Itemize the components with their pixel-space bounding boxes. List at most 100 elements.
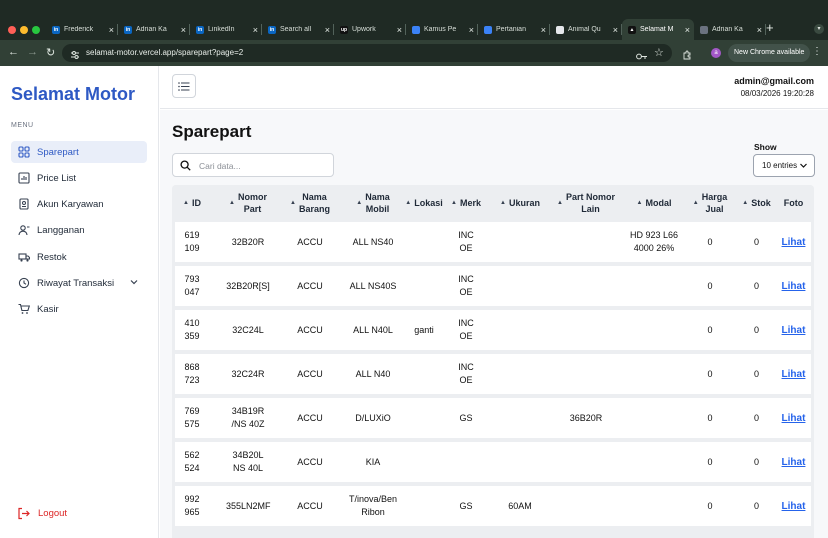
browser-tab[interactable]: Adrian Ka × [694,19,766,40]
view-photo-link[interactable]: Lihat [775,354,812,394]
browser-tabs: in Frederick × in Adrian Ka × in LinkedIn × in Sea… [46,19,766,40]
table-cell [546,266,626,306]
table-cell: ALL NS40S [336,266,410,306]
column-header[interactable]: ▲ ID [172,185,212,221]
table-cell: 34B19R /NS 40Z [212,398,284,438]
browser-tab[interactable]: in Search all × [262,19,334,40]
close-window-button[interactable] [8,26,16,34]
table-cell: ACCU [284,310,336,350]
close-tab-icon[interactable]: × [541,25,546,35]
table-cell [410,486,438,526]
chevron-down-icon[interactable] [129,277,139,287]
close-tab-icon[interactable]: × [253,25,258,35]
column-header[interactable]: ▲ Nama Barang [284,185,336,221]
column-header[interactable]: Foto [775,185,812,221]
view-photo-link[interactable]: Lihat [775,310,812,350]
new-chrome-available-button[interactable]: New Chrome available [728,44,811,62]
bookmark-star-icon[interactable]: ☆ [654,46,664,59]
sort-icon[interactable]: ▲ [637,197,643,209]
sidebar-item-akun-karyawan[interactable]: Akun Karyawan [11,193,147,215]
table-cell: INCOE [438,354,494,394]
column-header[interactable]: ▲ Merk [438,185,494,221]
profile-avatar[interactable]: a [711,48,721,58]
password-key-icon[interactable] [636,48,648,60]
view-photo-link[interactable]: Lihat [775,266,812,306]
cell-text: 0 [707,324,713,335]
column-header[interactable]: ▲ Ukuran [494,185,546,221]
table-cell [626,354,682,394]
column-header[interactable]: ▲ Harga Jual [682,185,738,221]
view-photo-link[interactable]: Lihat [775,442,812,482]
column-header[interactable]: ▲ Lokasi [405,185,442,221]
url-text[interactable]: selamat-motor.vercel.app/sparepart?page=… [86,48,243,57]
logout-button[interactable]: Logout [17,507,67,520]
vercel-icon: ▲ [628,25,636,34]
browser-tab[interactable]: ▲ Selamat M × [622,19,694,40]
reload-icon[interactable]: ↻ [46,46,55,59]
close-tab-icon[interactable]: × [469,25,474,35]
view-photo-link[interactable]: Lihat [775,398,812,438]
site-settings-icon[interactable] [70,47,80,59]
search-icon [180,160,191,171]
extensions-icon[interactable] [682,47,692,60]
sort-icon[interactable]: ▲ [500,197,506,209]
forward-icon[interactable]: → [27,46,38,58]
browser-tab[interactable]: Pertanian × [478,19,550,40]
sort-icon[interactable]: ▲ [290,197,296,209]
entries-per-page-select[interactable]: 10 entries [753,154,815,177]
cell-text: KIA [365,456,381,467]
browser-tab[interactable]: Animal Qu × [550,19,622,40]
table-cell: ALL NS40 [336,222,410,262]
browser-tab[interactable]: up Upwork × [334,19,406,40]
linkedin-icon: in [52,25,60,34]
browser-tab[interactable]: in LinkedIn × [190,19,262,40]
view-photo-link[interactable]: Lihat [775,222,812,262]
sort-icon[interactable]: ▲ [693,197,699,209]
sidebar-item-kasir[interactable]: Kasir [11,298,147,320]
table-cell: HD 923 L66 4000 26% [626,222,682,262]
minimize-window-button[interactable] [20,26,28,34]
sidebar-item-price-list[interactable]: Price List [11,167,147,189]
sidebar-item-sparepart[interactable]: Sparepart [11,141,147,163]
close-tab-icon[interactable]: × [397,25,402,35]
sidebar-toggle-button[interactable] [172,74,196,98]
close-tab-icon[interactable]: × [685,25,690,35]
sort-icon[interactable]: ▲ [451,197,457,209]
sidebar-item-langganan[interactable]: Langganan [11,219,147,241]
close-tab-icon[interactable]: × [613,25,618,35]
browser-tab[interactable]: in Frederick × [46,19,118,40]
column-header[interactable]: ▲ Nomor Part [212,185,284,221]
table-cell: 0 [738,266,775,306]
sidebar-item-restok[interactable]: Restok [11,246,147,268]
back-icon[interactable]: ← [8,46,19,58]
browser-tab[interactable]: Kamus Pe × [406,19,478,40]
sort-icon[interactable]: ▲ [405,197,411,209]
column-header[interactable]: ▲ Part Nomor Lain [546,185,626,221]
user-email: admin@gmail.com [734,76,814,86]
cell-text: 868723 [184,362,200,385]
view-photo-link[interactable]: Lihat [775,486,812,526]
close-tab-icon[interactable]: × [325,25,330,35]
cell-text: 0 [753,412,759,423]
browser-menu-icon[interactable]: ⋮ [812,46,822,57]
sort-icon[interactable]: ▲ [356,197,362,209]
column-header[interactable]: ▲ Nama Mobil [336,185,410,221]
sidebar-item-riwayat-transaksi[interactable]: Riwayat Transaksi [11,272,147,294]
close-tab-icon[interactable]: × [109,25,114,35]
tab-search-icon[interactable]: ▾ [814,24,824,34]
close-tab-icon[interactable]: × [757,25,762,35]
maximize-window-button[interactable] [32,26,40,34]
cell-text: Lihat [781,368,806,380]
sort-icon[interactable]: ▲ [557,197,563,209]
search-input[interactable] [199,158,329,173]
sort-icon[interactable]: ▲ [183,197,189,209]
column-header[interactable]: ▲ Stok [738,185,775,221]
sort-icon[interactable]: ▲ [742,197,748,209]
new-tab-button[interactable]: + [766,20,774,35]
sort-icon[interactable]: ▲ [229,197,235,209]
browser-tab[interactable]: in Adrian Ka × [118,19,190,40]
table-cell: 0 [682,354,738,394]
close-tab-icon[interactable]: × [181,25,186,35]
brand-logo[interactable]: Selamat Motor [11,84,135,105]
column-header[interactable]: ▲ Modal [626,185,682,221]
